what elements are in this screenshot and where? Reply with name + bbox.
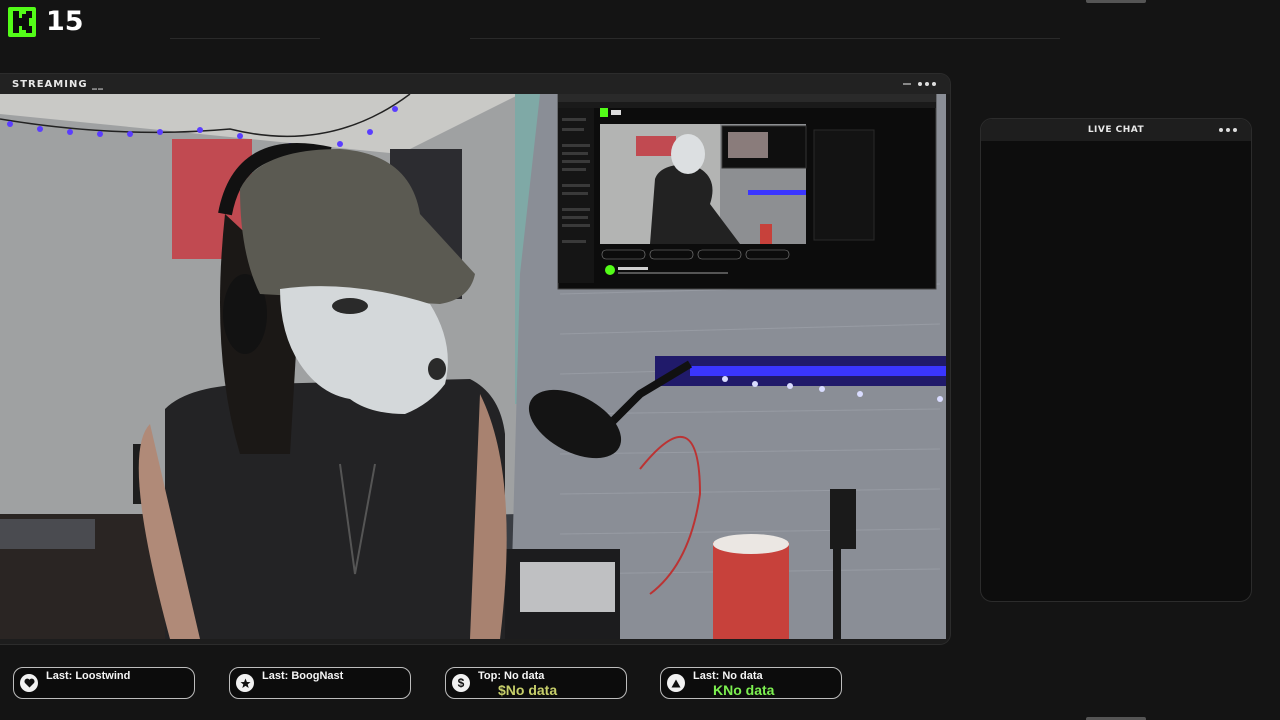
webcam-video: [0, 94, 946, 639]
live-chat-header: LIVE CHAT: [981, 119, 1251, 141]
last-subscriber-label: Last: BoogNast: [262, 670, 344, 682]
kick-logo: 15: [8, 6, 84, 37]
last-follower-label: Last: Loostwind: [46, 670, 131, 682]
logo-number: 15: [46, 6, 84, 37]
dot-icon: [918, 82, 922, 86]
stream-panel-title: STREAMING __: [12, 78, 105, 90]
dot-icon: [1226, 128, 1230, 132]
screen-capture-preview: [557, 94, 937, 290]
alerts-bar: Last: Loostwind Last: BoogNast $ Top: No…: [0, 667, 1280, 699]
minimize-icon: [903, 83, 911, 85]
last-kicks-value: KNo data: [713, 682, 775, 698]
star-icon: [236, 674, 254, 692]
divider-line: [470, 38, 1060, 39]
triangle-icon: [667, 674, 685, 692]
dot-icon: [925, 82, 929, 86]
last-subscriber-pill: Last: BoogNast: [229, 667, 411, 699]
stream-panel-header: STREAMING __: [0, 74, 950, 94]
live-chat-menu[interactable]: [1219, 128, 1237, 132]
top-donation-pill: $ Top: No data $No data: [445, 667, 627, 699]
heart-icon: [20, 674, 38, 692]
top-donation-value: $No data: [498, 682, 558, 698]
top-notch: [1086, 0, 1146, 3]
dot-icon: [1233, 128, 1237, 132]
live-chat-panel: LIVE CHAT: [980, 118, 1252, 602]
stream-panel: STREAMING __: [0, 74, 950, 644]
webcam-scene: [0, 94, 946, 639]
last-follower-pill: Last: Loostwind: [13, 667, 195, 699]
dollar-icon: $: [452, 674, 470, 692]
stream-panel-menu[interactable]: [903, 82, 936, 86]
kick-logo-icon: [8, 6, 36, 37]
divider-line: [170, 38, 320, 39]
dot-icon: [932, 82, 936, 86]
dot-icon: [1219, 128, 1223, 132]
live-chat-title: LIVE CHAT: [1087, 125, 1145, 135]
last-kicks-pill: Last: No data KNo data: [660, 667, 842, 699]
